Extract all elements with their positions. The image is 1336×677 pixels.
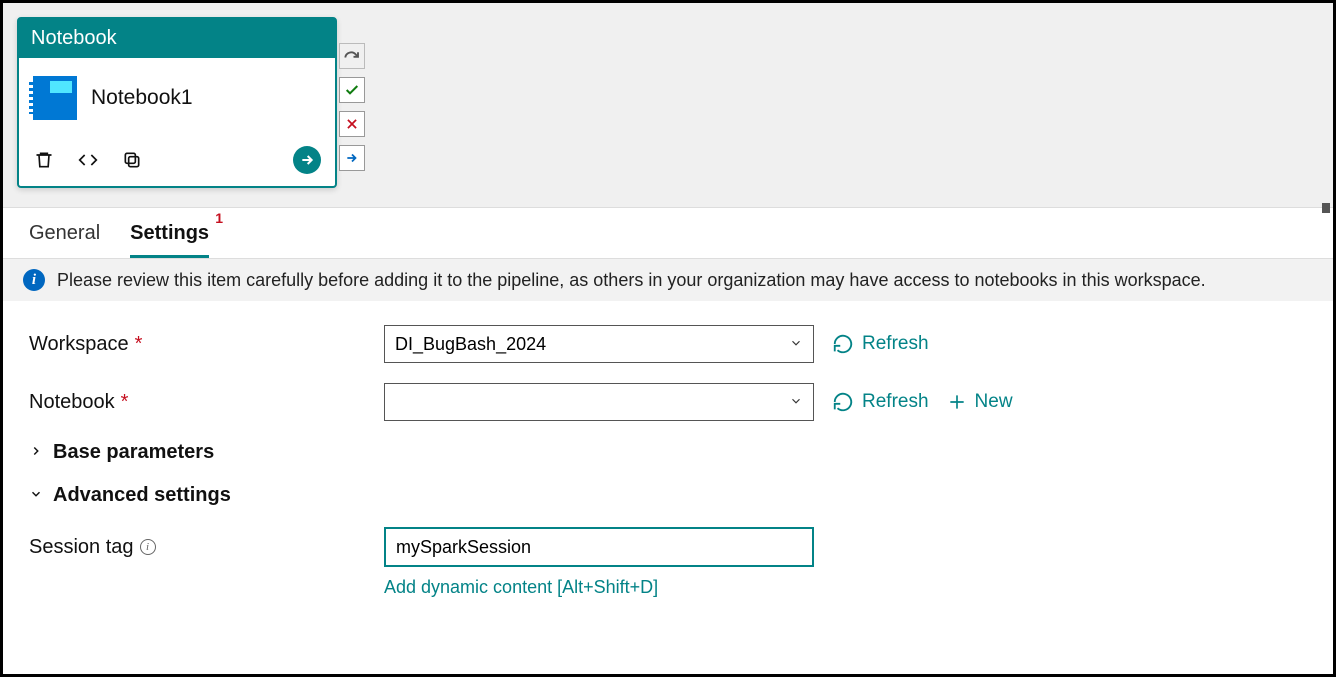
tab-general[interactable]: General: [29, 222, 100, 258]
workspace-label: Workspace: [29, 333, 129, 356]
notebook-new-button[interactable]: New: [947, 391, 1013, 413]
run-arrow-icon[interactable]: [293, 146, 321, 174]
base-parameters-expander[interactable]: Base parameters: [29, 441, 1307, 464]
notebook-icon: [33, 76, 77, 120]
advanced-settings-label: Advanced settings: [53, 484, 231, 507]
tab-settings-label: Settings: [130, 222, 209, 244]
chevron-down-icon: [789, 392, 803, 413]
workspace-refresh-button[interactable]: Refresh: [832, 333, 929, 355]
session-tag-row: Session tag i: [29, 527, 1307, 567]
code-icon[interactable]: [77, 149, 99, 171]
notebook-refresh-button[interactable]: Refresh: [832, 391, 929, 413]
side-tool-strip: [339, 43, 365, 171]
activity-card-notebook[interactable]: Notebook Notebook1: [17, 17, 337, 188]
scrollbar-thumb[interactable]: [1322, 203, 1330, 213]
activity-name[interactable]: Notebook1: [91, 86, 193, 110]
info-banner: i Please review this item carefully befo…: [3, 259, 1333, 301]
error-x-icon[interactable]: [339, 111, 365, 137]
pipeline-canvas[interactable]: Notebook Notebook1: [3, 3, 1333, 208]
delete-icon[interactable]: [33, 149, 55, 171]
properties-tab-bar: General Settings 1: [3, 208, 1333, 259]
activity-card-body: Notebook1: [19, 58, 335, 138]
info-icon: i: [23, 269, 45, 291]
success-check-icon[interactable]: [339, 77, 365, 103]
notebook-row: Notebook * Refresh New: [29, 383, 1307, 421]
workspace-row: Workspace * DI_BugBash_2024 Refresh: [29, 325, 1307, 363]
required-asterisk: *: [121, 391, 129, 414]
chevron-down-icon: [789, 334, 803, 355]
activity-type-label: Notebook: [19, 19, 335, 58]
workspace-select[interactable]: DI_BugBash_2024: [384, 325, 814, 363]
notebook-label: Notebook: [29, 391, 115, 414]
workspace-value: DI_BugBash_2024: [395, 334, 546, 355]
new-label: New: [975, 391, 1013, 413]
base-parameters-label: Base parameters: [53, 441, 214, 464]
tab-settings[interactable]: Settings 1: [130, 222, 209, 258]
settings-form: Workspace * DI_BugBash_2024 Refresh Note…: [3, 301, 1333, 622]
advanced-settings-expander[interactable]: Advanced settings: [29, 484, 1307, 507]
chevron-right-icon: [29, 441, 43, 464]
chevron-down-icon: [29, 484, 43, 507]
activity-card-toolbar: [19, 138, 335, 186]
info-tooltip-icon[interactable]: i: [140, 539, 156, 555]
session-tag-label: Session tag: [29, 536, 134, 559]
redo-icon[interactable]: [339, 43, 365, 69]
skip-arrow-icon[interactable]: [339, 145, 365, 171]
add-dynamic-content-link[interactable]: Add dynamic content [Alt+Shift+D]: [384, 577, 1307, 598]
tab-settings-badge: 1: [215, 210, 223, 226]
notebook-select[interactable]: [384, 383, 814, 421]
refresh-label: Refresh: [862, 391, 929, 413]
refresh-label: Refresh: [862, 333, 929, 355]
required-asterisk: *: [135, 333, 143, 356]
session-tag-input[interactable]: [384, 527, 814, 567]
info-banner-text: Please review this item carefully before…: [57, 270, 1206, 291]
copy-icon[interactable]: [121, 149, 143, 171]
